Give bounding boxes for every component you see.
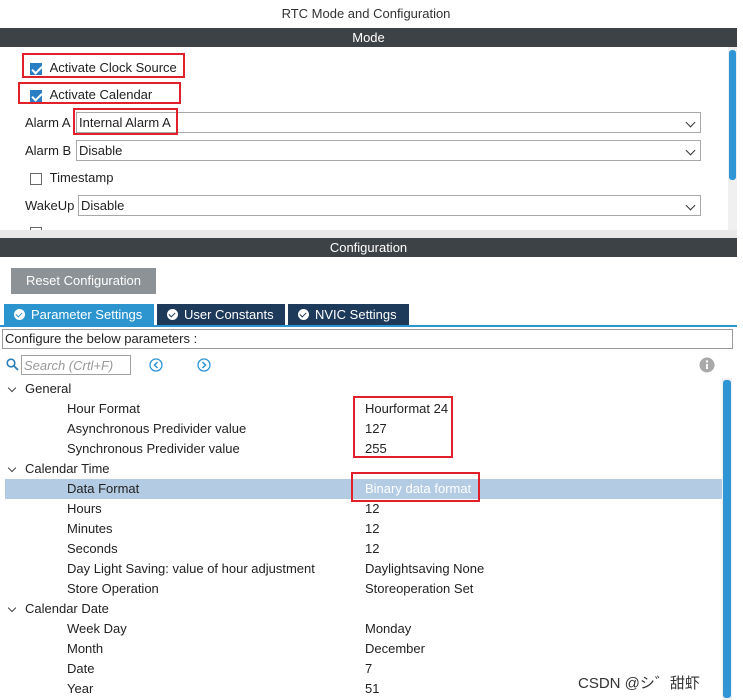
param-name: Minutes — [67, 521, 113, 536]
param-row[interactable]: Hours 12 — [5, 499, 722, 519]
configuration-header: Configuration — [0, 238, 737, 257]
info-icon[interactable] — [699, 357, 715, 376]
highlight-box — [22, 53, 185, 78]
param-value[interactable]: Daylightsaving None — [365, 559, 484, 579]
tab-label: User Constants — [184, 307, 274, 322]
param-name: Hour Format — [67, 401, 140, 416]
param-name: Year — [67, 681, 94, 696]
mode-header: Mode — [0, 28, 737, 47]
configure-hint: Configure the below parameters : — [2, 329, 733, 349]
chevron-down-icon — [685, 200, 696, 211]
wakeup-label: WakeUp — [25, 198, 75, 213]
tab-underline — [0, 325, 737, 327]
check-circle-icon — [298, 309, 309, 321]
param-value[interactable]: Storeoperation Set — [365, 579, 473, 599]
tab-nvic-settings[interactable]: NVIC Settings — [288, 304, 409, 325]
search-icon — [6, 358, 19, 374]
mode-scrollbar-thumb[interactable] — [729, 50, 736, 180]
wakeup-select[interactable]: Disable — [78, 195, 701, 216]
tab-label: NVIC Settings — [315, 307, 397, 322]
check-circle-icon — [14, 309, 25, 321]
param-row[interactable]: Minutes 12 — [5, 519, 722, 539]
chevron-down-icon — [685, 145, 696, 156]
param-value[interactable]: 51 — [365, 679, 379, 699]
param-name: Asynchronous Predivider value — [67, 421, 247, 436]
param-name: Week Day — [67, 621, 127, 636]
group-name: General — [25, 381, 72, 396]
highlight-box — [18, 82, 181, 104]
expand-caret-icon[interactable] — [7, 383, 17, 393]
param-name: Seconds — [67, 541, 118, 556]
timestamp-checkbox[interactable]: Timestamp — [30, 170, 113, 185]
alarm-b-select[interactable]: Disable — [76, 140, 701, 161]
watermark: CSDN @シ゛甜虾 — [578, 675, 700, 692]
config-scrollbar-thumb[interactable] — [723, 380, 731, 698]
search-input[interactable]: Search (Crtl+F) — [21, 355, 131, 375]
panel-splitter[interactable] — [0, 230, 737, 238]
chevron-down-icon — [685, 117, 696, 128]
param-name: Date — [67, 661, 95, 676]
param-row[interactable]: Week Day Monday — [5, 619, 722, 639]
tab-label: Parameter Settings — [31, 307, 143, 322]
group-name: Calendar Time — [25, 461, 110, 476]
alarm-a-label: Alarm A — [25, 115, 71, 130]
param-row[interactable]: Store Operation Storeoperation Set — [5, 579, 722, 599]
previous-result-icon[interactable] — [149, 358, 163, 375]
config-scrollbar[interactable] — [722, 378, 732, 700]
param-value[interactable]: 12 — [365, 539, 379, 559]
next-result-icon[interactable] — [197, 358, 211, 375]
param-name: Store Operation — [67, 581, 159, 596]
alarm-b-value: Disable — [79, 143, 123, 158]
expand-caret-icon[interactable] — [7, 603, 17, 613]
group-name: Calendar Date — [25, 601, 109, 616]
param-name: Month — [67, 641, 104, 656]
param-value[interactable]: Monday — [365, 619, 411, 639]
tab-parameter-settings[interactable]: Parameter Settings — [4, 304, 154, 325]
param-name: Data Format — [67, 481, 140, 496]
wakeup-value: Disable — [81, 198, 125, 213]
param-name: Hours — [67, 501, 102, 516]
tab-user-constants[interactable]: User Constants — [157, 304, 285, 325]
expand-caret-icon[interactable] — [7, 463, 17, 473]
timestamp-label: Timestamp — [49, 170, 114, 185]
reset-configuration-button[interactable]: Reset Configuration — [11, 268, 156, 294]
param-row[interactable]: Month December — [5, 639, 722, 659]
param-name: Synchronous Predivider value — [67, 441, 240, 456]
alarm-b-label: Alarm B — [25, 143, 72, 158]
param-value[interactable]: 12 — [365, 519, 379, 539]
window-title: RTC Mode and Configuration — [281, 6, 451, 21]
highlight-box — [351, 472, 480, 502]
param-row[interactable]: Day Light Saving: value of hour adjustme… — [5, 559, 722, 579]
checkbox-unchecked-icon[interactable] — [30, 172, 42, 185]
param-value[interactable]: 12 — [365, 499, 379, 519]
param-value[interactable]: 7 — [365, 659, 372, 679]
param-value[interactable]: December — [365, 639, 425, 659]
param-name: Day Light Saving: value of hour adjustme… — [67, 561, 315, 576]
search-placeholder: Search (Crtl+F) — [24, 358, 114, 373]
group-calendar-date[interactable]: Calendar Date — [5, 599, 722, 619]
check-circle-icon — [167, 309, 178, 321]
mode-scrollbar[interactable] — [728, 47, 737, 230]
param-row[interactable]: Seconds 12 — [5, 539, 722, 559]
highlight-box — [353, 396, 453, 458]
highlight-box — [73, 108, 178, 135]
mode-panel: Activate Clock Source Activate Calendar … — [0, 47, 728, 230]
